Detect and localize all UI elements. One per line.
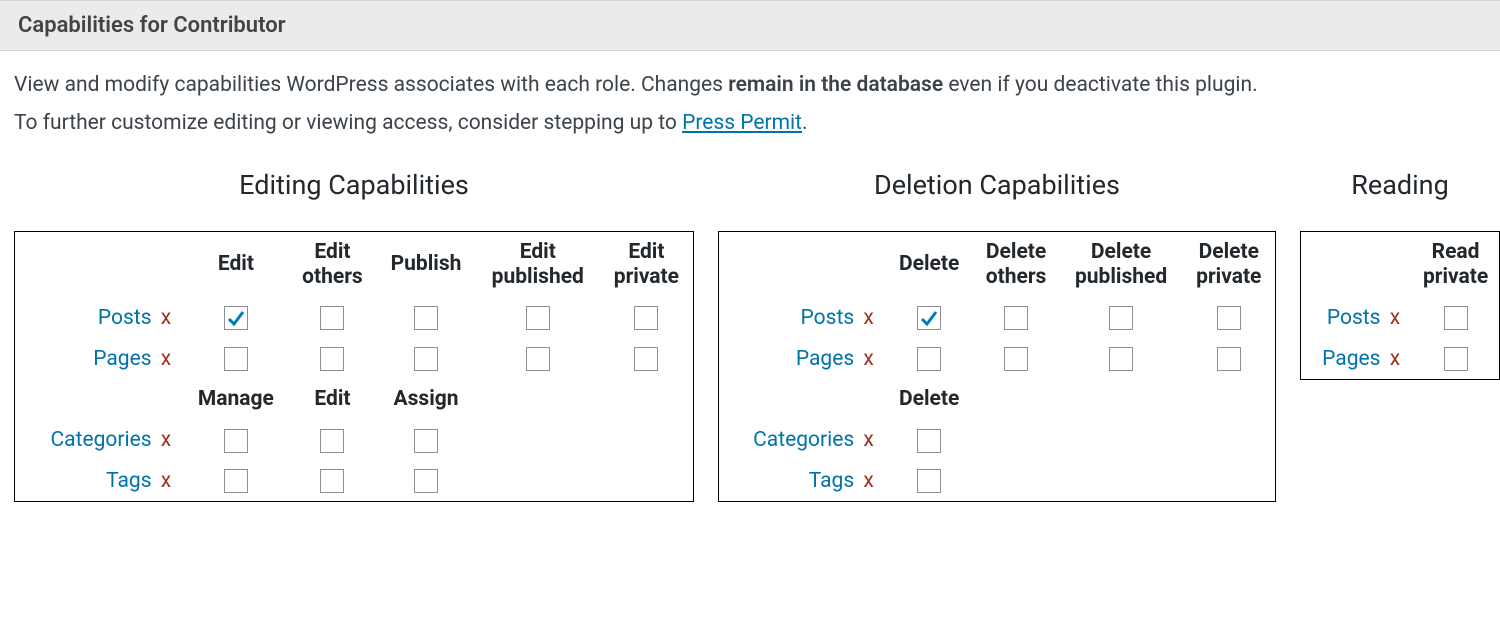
reading-header-row: Readprivate <box>1301 231 1500 298</box>
editing-terms-header-row: Manage Edit Assign <box>15 379 694 420</box>
row-posts-remove[interactable]: x <box>161 306 171 330</box>
cap-assign-tags[interactable] <box>414 469 438 493</box>
editing-row-categories: Categories x <box>15 420 694 460</box>
row-posts-link[interactable]: Posts <box>98 306 152 330</box>
deletion-row-posts: Posts x <box>719 298 1276 338</box>
cap-edit-published-pages[interactable] <box>526 347 550 371</box>
read-row-posts-remove[interactable]: x <box>1390 306 1400 330</box>
deletion-row-pages: Pages x <box>719 338 1276 378</box>
row-tags-link[interactable]: Tags <box>106 469 151 493</box>
del-row-tags-remove[interactable]: x <box>863 469 873 493</box>
panel-title: Capabilities for Contributor <box>18 13 1482 38</box>
cap-delete-private-posts[interactable] <box>1217 306 1241 330</box>
col-delete-others: Deleteothers <box>973 231 1060 298</box>
row-pages-link[interactable]: Pages <box>93 347 151 371</box>
group-reading-title: Reading <box>1300 169 1500 201</box>
cap-edit-tags[interactable] <box>320 469 344 493</box>
col-edit-terms: Edit <box>289 379 377 420</box>
cap-delete-private-pages[interactable] <box>1217 347 1241 371</box>
editing-row-pages: Pages x <box>15 338 694 378</box>
del-row-categories-remove[interactable]: x <box>863 428 873 452</box>
deletion-table: Delete Deleteothers Deletepublished Dele… <box>718 231 1276 502</box>
cap-delete-pages[interactable] <box>917 347 941 371</box>
deletion-row-categories: Categories x <box>719 420 1276 460</box>
group-deletion: Deletion Capabilities Delete Deleteother… <box>718 169 1276 502</box>
group-reading: Reading Readprivate Posts x Pages x <box>1300 169 1500 380</box>
intro-line1-post: even if you deactivate this plugin. <box>943 73 1257 97</box>
cap-edit-others-posts[interactable] <box>320 306 344 330</box>
col-assign: Assign <box>376 379 475 420</box>
cap-manage-tags[interactable] <box>224 469 248 493</box>
cap-assign-categories[interactable] <box>414 429 438 453</box>
deletion-header-row: Delete Deleteothers Deletepublished Dele… <box>719 231 1276 298</box>
panel-header: Capabilities for Contributor <box>0 0 1500 51</box>
col-delete-private: Deleteprivate <box>1183 231 1276 298</box>
cap-edit-categories[interactable] <box>320 429 344 453</box>
intro-text: View and modify capabilities WordPress a… <box>0 51 1500 151</box>
read-row-pages-link[interactable]: Pages <box>1322 347 1380 371</box>
reading-row-pages: Pages x <box>1301 338 1500 379</box>
col-publish: Publish <box>376 231 475 298</box>
read-row-posts-link[interactable]: Posts <box>1327 306 1381 330</box>
cap-read-private-pages[interactable] <box>1444 347 1468 371</box>
cap-read-private-posts[interactable] <box>1444 306 1468 330</box>
cap-delete-posts[interactable] <box>917 306 941 330</box>
col-edit-published: Editpublished <box>476 231 600 298</box>
cap-delete-categories[interactable] <box>917 429 941 453</box>
intro-line1-pre: View and modify capabilities WordPress a… <box>14 73 728 97</box>
intro-line2-pre: To further customize editing or viewing … <box>14 111 682 135</box>
cap-edit-pages[interactable] <box>224 347 248 371</box>
col-manage: Manage <box>183 379 288 420</box>
cap-delete-others-posts[interactable] <box>1004 306 1028 330</box>
reading-table: Readprivate Posts x Pages x <box>1300 231 1500 380</box>
cap-delete-tags[interactable] <box>917 469 941 493</box>
editing-row-tags: Tags x <box>15 461 694 502</box>
row-tags-remove[interactable]: x <box>161 469 171 493</box>
reading-row-posts: Posts x <box>1301 298 1500 338</box>
group-editing-title: Editing Capabilities <box>14 169 694 201</box>
row-categories-remove[interactable]: x <box>161 428 171 452</box>
del-row-tags-link[interactable]: Tags <box>809 469 854 493</box>
col-edit-others: Editothers <box>289 231 377 298</box>
cap-edit-posts[interactable] <box>224 306 248 330</box>
group-editing: Editing Capabilities Edit Editothers Pub… <box>14 169 694 502</box>
cap-delete-published-pages[interactable] <box>1109 347 1133 371</box>
del-row-categories-link[interactable]: Categories <box>753 428 854 452</box>
col-edit-private: Editprivate <box>600 231 694 298</box>
group-deletion-title: Deletion Capabilities <box>718 169 1276 201</box>
col-delete: Delete <box>886 231 973 298</box>
intro-line2-post: . <box>802 111 808 135</box>
cap-manage-categories[interactable] <box>224 429 248 453</box>
cap-delete-published-posts[interactable] <box>1109 306 1133 330</box>
deletion-terms-header-row: Delete <box>719 379 1276 420</box>
cap-delete-others-pages[interactable] <box>1004 347 1028 371</box>
editing-row-posts: Posts x <box>15 298 694 338</box>
del-row-pages-link[interactable]: Pages <box>796 347 854 371</box>
col-delete-terms: Delete <box>886 379 973 420</box>
cap-publish-pages[interactable] <box>414 347 438 371</box>
cap-publish-posts[interactable] <box>414 306 438 330</box>
press-permit-link[interactable]: Press Permit <box>682 111 802 135</box>
cap-edit-private-posts[interactable] <box>634 306 658 330</box>
deletion-row-tags: Tags x <box>719 461 1276 502</box>
editing-header-row: Edit Editothers Publish Editpublished Ed… <box>15 231 694 298</box>
col-delete-published: Deletepublished <box>1060 231 1183 298</box>
col-read-private: Readprivate <box>1412 231 1499 298</box>
cap-edit-others-pages[interactable] <box>320 347 344 371</box>
del-row-pages-remove[interactable]: x <box>863 347 873 371</box>
editing-table: Edit Editothers Publish Editpublished Ed… <box>14 231 694 502</box>
cap-edit-published-posts[interactable] <box>526 306 550 330</box>
capability-groups: Editing Capabilities Edit Editothers Pub… <box>0 151 1500 522</box>
col-edit: Edit <box>183 231 288 298</box>
cap-edit-private-pages[interactable] <box>634 347 658 371</box>
del-row-posts-remove[interactable]: x <box>863 306 873 330</box>
row-pages-remove[interactable]: x <box>161 347 171 371</box>
intro-line1-bold: remain in the database <box>728 73 943 97</box>
read-row-pages-remove[interactable]: x <box>1390 347 1400 371</box>
row-categories-link[interactable]: Categories <box>50 428 151 452</box>
del-row-posts-link[interactable]: Posts <box>801 306 855 330</box>
